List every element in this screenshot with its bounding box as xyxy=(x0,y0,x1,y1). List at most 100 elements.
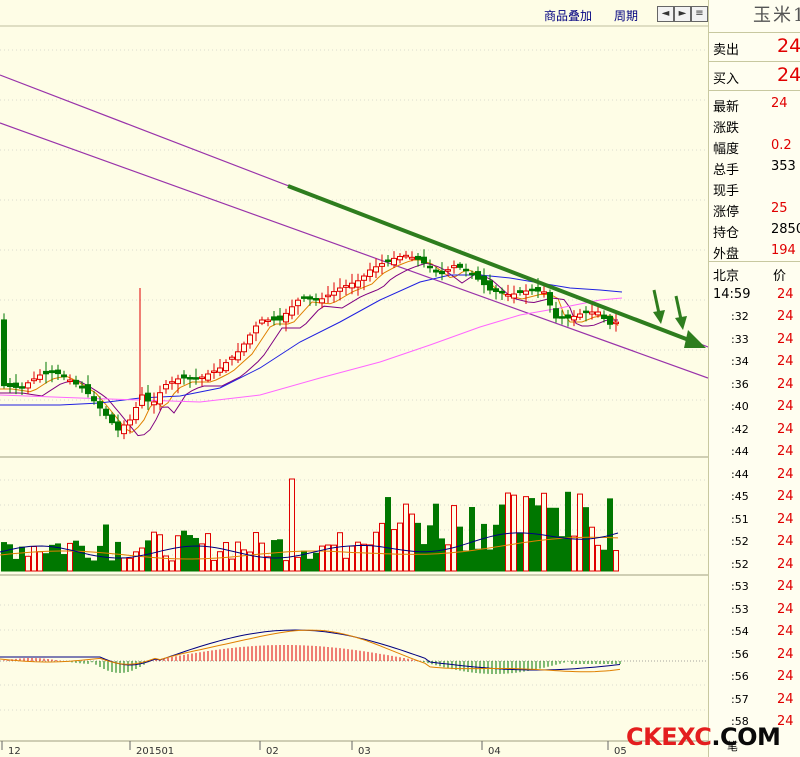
candle-body xyxy=(445,269,451,272)
candle-body xyxy=(19,386,25,389)
tick-row: :32 24 xyxy=(709,306,800,329)
candle-body xyxy=(175,378,181,385)
nav-menu-button[interactable]: ≡ xyxy=(691,6,708,22)
candle-body xyxy=(151,401,157,406)
quote-field-row: 涨跌 xyxy=(709,114,800,136)
quote-field-label: 总手 xyxy=(713,163,740,178)
tick-time-row: 14:59 24 xyxy=(709,284,800,306)
volume-bar xyxy=(85,557,91,572)
candle-body xyxy=(415,255,421,260)
volume-bar xyxy=(109,560,115,572)
volume-bar xyxy=(217,551,223,572)
candle-body xyxy=(73,379,79,385)
volume-bar xyxy=(595,544,601,572)
tick-price: 24 xyxy=(777,669,794,684)
down-arrow-head xyxy=(675,316,687,330)
volume-bar xyxy=(355,541,361,572)
tick-time: 14:59 xyxy=(713,287,751,302)
volume-bar xyxy=(61,554,67,572)
volume-bar xyxy=(295,556,301,572)
tick-header: 北京 价 xyxy=(709,262,800,284)
quote-field-value: 0.2 xyxy=(771,138,792,153)
candle-body xyxy=(553,308,559,319)
volume-bar xyxy=(103,524,109,572)
candle-body xyxy=(211,370,217,373)
overlay-link[interactable]: 商品叠加 xyxy=(544,7,592,24)
volume-bar xyxy=(469,507,475,572)
candle-body xyxy=(427,265,433,269)
volume-bar xyxy=(601,549,607,572)
tick-price: 24 xyxy=(777,556,794,572)
candle-body xyxy=(577,313,583,318)
tick-price: 24 xyxy=(777,421,794,437)
kline-chart[interactable]: 12 201501 02 03 04 05 xyxy=(0,0,708,757)
candle-body xyxy=(133,407,139,421)
quote-field-value: 194 xyxy=(771,243,796,258)
tick-time: :57 xyxy=(731,692,749,706)
volume-bar xyxy=(517,532,523,572)
tick-row: :54 24 xyxy=(709,621,800,644)
candle-body xyxy=(391,257,397,266)
tick-price: 24 xyxy=(777,579,794,594)
volume-bar xyxy=(145,540,151,572)
tick-row: :40 24 xyxy=(709,396,800,419)
tick-time: :54 xyxy=(731,625,749,638)
tick-city: 北京 xyxy=(713,269,740,284)
period-link[interactable]: 周期 xyxy=(614,7,638,24)
tick-price: 24 xyxy=(777,691,794,707)
nav-left-button[interactable]: ◄ xyxy=(657,6,674,22)
quote-field-value: 25 xyxy=(771,201,788,216)
volume-bar xyxy=(187,535,193,572)
x-tick-label: 12 xyxy=(8,746,21,757)
volume-bar xyxy=(577,493,583,572)
candle-body xyxy=(49,370,55,374)
candle-body xyxy=(97,401,103,409)
tick-price: 24 xyxy=(777,399,794,414)
volume-bar xyxy=(211,559,217,572)
volume-bar xyxy=(133,551,139,572)
candle-body xyxy=(403,254,409,258)
x-tick-label: 02 xyxy=(266,746,279,757)
volume-bar xyxy=(385,497,391,572)
candle-body xyxy=(217,367,223,373)
tick-row: :42 24 xyxy=(709,419,800,442)
volume-bar xyxy=(349,545,355,572)
tick-time: :53 xyxy=(731,602,749,616)
candle-body xyxy=(199,376,205,379)
volume-bar xyxy=(277,539,283,572)
volume-bar xyxy=(343,557,349,572)
tick-price: 24 xyxy=(777,466,794,482)
chart-area[interactable]: 12 201501 02 03 04 05 商品叠加 周期 ◄ ► ≡ xyxy=(0,0,708,757)
tick-row: :56 24 xyxy=(709,644,800,667)
tick-row: :44 24 xyxy=(709,464,800,487)
candle-body xyxy=(313,298,319,301)
volume-bar xyxy=(139,547,145,572)
volume-bar xyxy=(271,540,277,572)
tick-row: :33 24 xyxy=(709,329,800,352)
x-tick-label: 05 xyxy=(614,746,627,757)
candle-body xyxy=(259,319,265,324)
candle-body xyxy=(247,334,253,345)
tick-row: :34 24 xyxy=(709,351,800,374)
volume-bar xyxy=(421,544,427,572)
ma-line-mid xyxy=(0,262,618,437)
candle-body xyxy=(331,291,337,296)
tick-price: 24 xyxy=(777,444,794,459)
volume-bar xyxy=(427,525,433,572)
volume-bar xyxy=(433,503,439,572)
candle-body xyxy=(529,288,535,292)
candle-body xyxy=(613,321,619,325)
candle-body xyxy=(223,362,229,372)
candle-body xyxy=(517,290,523,294)
volume-bar xyxy=(229,558,235,572)
sell-row: 卖出 24 xyxy=(709,32,800,61)
volume-bar xyxy=(1,542,7,572)
tick-time: :44 xyxy=(731,467,749,481)
x-tick-label: 03 xyxy=(358,746,371,757)
candle-body xyxy=(253,325,259,334)
candle-body xyxy=(493,288,499,293)
volume-bar xyxy=(571,535,577,572)
tick-price: 24 xyxy=(777,354,794,369)
tick-price: 24 xyxy=(777,376,794,392)
nav-right-button[interactable]: ► xyxy=(674,6,691,22)
